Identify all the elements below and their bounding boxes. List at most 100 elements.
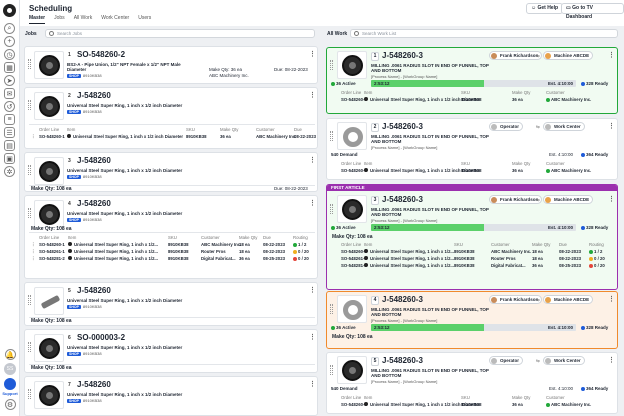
get-help-button[interactable]: ☺ Get Help (526, 3, 564, 14)
drag-handle[interactable] (28, 389, 31, 399)
row-menu-icon[interactable]: ⋮ (31, 242, 35, 248)
swap-icon[interactable]: ⇆ (536, 358, 540, 364)
work-center-select[interactable]: Machine ABCDE (543, 195, 594, 204)
drag-handle[interactable] (28, 295, 31, 305)
make-qty: Make Qty: 108 ea (332, 234, 373, 240)
notification-icon[interactable]: 🔔 (4, 349, 16, 360)
tab-bar: Master Jobs All Work Work Center Users (29, 15, 151, 24)
work-card[interactable]: 2 J-548260-3 MILLING .0061 RADIUS SLOT IN … (326, 118, 618, 180)
more-options-icon[interactable]: ⋮ (608, 195, 615, 203)
work-card[interactable]: 4 J-548260-3 MILLING .0061 RADIUS SLOT IN … (326, 291, 618, 349)
row-menu-icon[interactable]: ⋮ (31, 249, 35, 255)
tab-work-center[interactable]: Work Center (101, 15, 129, 24)
calendar2-icon[interactable]: ▤ (4, 140, 15, 151)
part-image (39, 96, 60, 117)
operator-select[interactable]: Operator (489, 356, 524, 365)
more-options-icon[interactable]: ⋮ (309, 286, 316, 294)
tab-all-work[interactable]: All Work (74, 15, 93, 24)
drag-handle[interactable] (28, 208, 31, 218)
more-options-icon[interactable]: ⋮ (309, 91, 316, 99)
swap-icon[interactable]: ⇆ (536, 197, 540, 203)
table-row[interactable]: ⋮ SO-548260-1 Universal Steel Super Ring, … (31, 134, 316, 141)
app-logo[interactable] (3, 4, 16, 17)
table-row[interactable]: ⋮ SO-548261-1 Universal Steel Super Ring, … (31, 249, 315, 256)
table-row[interactable]: SO-548260-1 Universal Steel Super Ring, 1… (331, 249, 615, 256)
more-options-icon[interactable]: ⋮ (608, 51, 615, 59)
work-center-select[interactable]: Work Center (543, 122, 585, 131)
table-row[interactable]: SO-548260-1 Universal Steel Super Ring, 1… (331, 97, 615, 104)
drag-handle[interactable] (330, 365, 333, 375)
drag-handle[interactable] (330, 60, 333, 70)
table-row[interactable]: SO-548260-1 Universal Steel Super Ring, 1… (331, 402, 615, 409)
job-card[interactable]: 1 SO-548260-2 BS2-A - Pipe Union, 1/2" NPT… (24, 46, 318, 84)
box-icon[interactable]: ▣ (4, 153, 15, 164)
more-options-icon[interactable]: ⋮ (608, 122, 615, 130)
job-card[interactable]: 3 J-548260 Universal Steel Super Ring, 1 i… (24, 152, 318, 192)
add-icon[interactable]: + (4, 36, 15, 47)
more-options-icon[interactable]: ⋮ (309, 199, 316, 207)
layers-icon[interactable]: ≡ (4, 114, 15, 125)
avatar[interactable]: SS (4, 363, 16, 375)
job-card[interactable]: 5 J-548260 Universal Steel Super Ring, 1 i… (24, 282, 318, 326)
swap-icon[interactable]: ⇆ (536, 53, 540, 59)
operator-select[interactable]: Operator (489, 122, 524, 131)
swap-icon[interactable]: ⇆ (536, 297, 540, 303)
jobs-search-input[interactable]: Search Jobs (45, 29, 315, 38)
list-icon[interactable]: ☰ (4, 127, 15, 138)
table-row[interactable]: ⋮ SO-548281-2 Universal Steel Super Ring, … (31, 256, 315, 263)
row-menu-icon[interactable]: ⋮ (31, 256, 35, 262)
drag-handle[interactable] (28, 342, 31, 352)
clock-icon[interactable]: ◷ (4, 49, 15, 60)
table-row[interactable]: SO-548260-1 Universal Steel Super Ring, 1… (331, 168, 615, 175)
mail-icon[interactable]: ✉ (4, 88, 15, 99)
more-options-icon[interactable]: ⋮ (608, 356, 615, 364)
tab-jobs[interactable]: Jobs (54, 15, 65, 24)
table-row[interactable]: SO-548261-1 Universal Steel Super Ring, 1… (331, 256, 615, 263)
work-card[interactable]: 5 J-548260-3 MILLING .0061 RADIUS SLOT IN … (326, 352, 618, 414)
tab-users[interactable]: Users (138, 15, 151, 24)
more-options-icon[interactable]: ⋮ (309, 380, 316, 388)
row-menu-icon[interactable]: ⋮ (31, 134, 35, 140)
work-center-select[interactable]: Machine ABCDE (543, 295, 594, 304)
job-card[interactable]: 4 J-548260 Universal Steel Super Ring, 1 i… (24, 195, 318, 279)
work-center-icon (545, 357, 551, 364)
table-cell: 8910KB38 (461, 168, 482, 173)
history-icon[interactable]: ↺ (4, 101, 15, 112)
calendar-icon[interactable]: ▦ (4, 62, 15, 73)
send-icon[interactable]: ➤ (4, 75, 15, 86)
drag-handle[interactable] (330, 131, 333, 141)
more-options-icon[interactable]: ⋮ (608, 295, 615, 303)
job-card[interactable]: 7 J-548260 Universal Steel Super Ring, 1 i… (24, 376, 318, 416)
more-options-icon[interactable]: ⋮ (309, 50, 316, 58)
table-row[interactable]: ⋮ SO-548260-1 Universal Steel Super Ring, … (31, 242, 315, 249)
operator-select[interactable]: Frank Richardson (489, 195, 543, 204)
swap-icon[interactable]: ⇆ (536, 124, 540, 130)
drag-handle[interactable] (28, 100, 31, 110)
tab-master[interactable]: Master (29, 15, 46, 24)
job-card[interactable]: 2 J-548260 Universal Steel Super Ring, 1 i… (24, 87, 318, 149)
operator-select[interactable]: Frank Richardson (489, 295, 543, 304)
work-card[interactable]: FIRST ARTICLE 3 J-548260-3 MILLING .0061 RA… (326, 184, 618, 290)
settings-icon[interactable]: ✲ (4, 166, 15, 177)
job-card[interactable]: 6 SO-000003-2 Universal Steel Super Ring, … (24, 329, 318, 373)
tv-dashboard-button[interactable]: ▭ Go to TV Dashboard (561, 3, 624, 20)
cell-text: 08-22-2023 (559, 249, 581, 254)
table-row[interactable]: SO-548281-2 Universal Steel Super Ring, 1… (331, 263, 615, 270)
work-card[interactable]: 1 J-548260-3 MILLING .0061 RADIUS SLOT IN … (326, 47, 618, 114)
column-header: Make Qty (239, 235, 258, 240)
drag-handle[interactable] (28, 165, 31, 175)
drag-handle[interactable] (330, 304, 333, 314)
drag-handle[interactable] (330, 204, 333, 214)
work-search-input[interactable]: Search Work List (350, 29, 618, 38)
work-center-select[interactable]: Work Center (543, 356, 585, 365)
table-cell: SO-548260-1 (39, 134, 65, 139)
settings-bottom-icon[interactable]: ⚙ (4, 399, 16, 410)
drag-handle[interactable] (28, 59, 31, 69)
work-center-select[interactable]: Machine ABCDE (543, 51, 594, 60)
support-button[interactable] (4, 378, 16, 390)
more-options-icon[interactable]: ⋮ (309, 333, 316, 341)
search-icon[interactable]: ⌕ (4, 23, 15, 34)
first-article-banner: FIRST ARTICLE (327, 185, 617, 191)
more-options-icon[interactable]: ⋮ (309, 156, 316, 164)
operator-select[interactable]: Frank Richardson (489, 51, 543, 60)
